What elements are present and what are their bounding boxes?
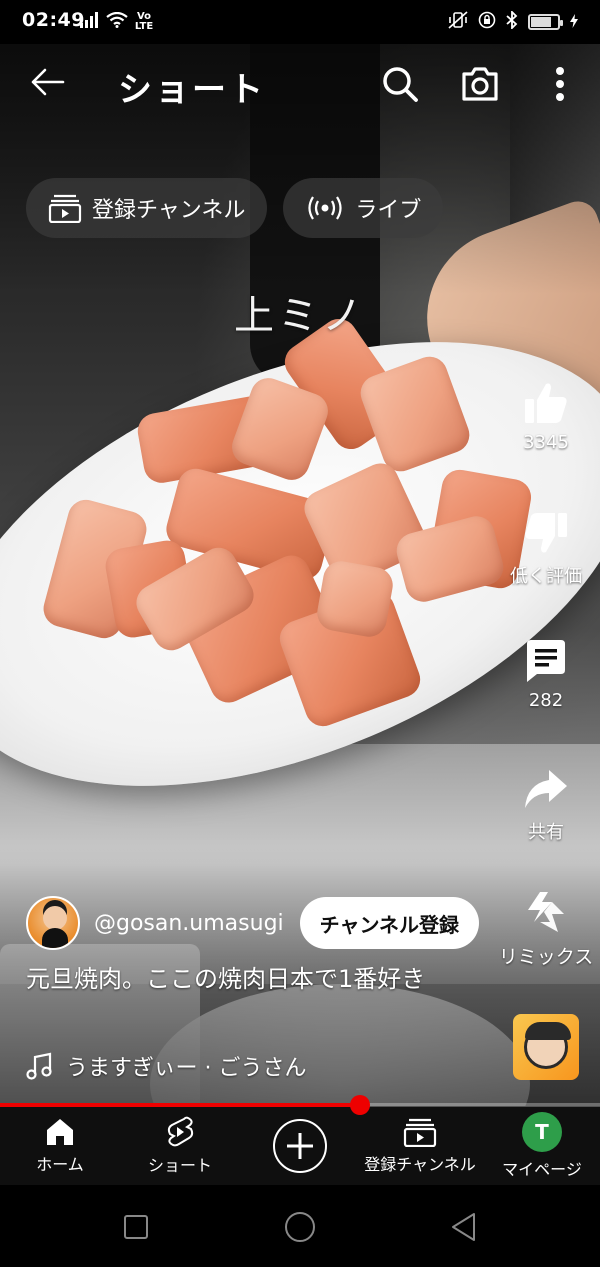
chip-label: 登録チャンネル (92, 198, 246, 223)
user-avatar: T (522, 1112, 562, 1152)
subscriptions-icon (403, 1118, 437, 1147)
subscriptions-icon (48, 194, 82, 223)
nav-subscriptions[interactable]: 登録チャンネル (356, 1107, 484, 1185)
remix-button[interactable]: リミックス (498, 888, 594, 969)
battery-icon (528, 14, 563, 30)
back-system-button[interactable] (448, 1211, 480, 1243)
signal-icon (80, 12, 100, 32)
nav-shorts[interactable]: ショート (138, 1107, 222, 1185)
status-right-icons (448, 9, 578, 33)
triangle-back-icon (452, 1213, 475, 1241)
square-icon (124, 1215, 148, 1239)
recent-apps-button[interactable] (120, 1211, 152, 1243)
channel-row: @gosan.umasugi チャンネル登録 (26, 896, 480, 950)
share-label: 共有 (528, 822, 564, 843)
search-button[interactable] (378, 62, 422, 106)
dislike-button[interactable]: 低く評価 (498, 510, 594, 588)
video-caption-overlay: 上ミノ (234, 293, 366, 339)
nav-shorts-label: ショート (147, 1156, 212, 1175)
create-button[interactable] (273, 1119, 327, 1173)
search-icon (383, 67, 418, 102)
video-progress-bar[interactable] (0, 1095, 600, 1115)
more-options-button[interactable] (538, 62, 582, 106)
comment-icon (527, 640, 565, 682)
progress-fill (0, 1103, 360, 1107)
volte-icon: Vo LTE (134, 11, 154, 32)
system-nav-bar (0, 1185, 600, 1267)
live-icon (308, 196, 342, 220)
shorts-icon (167, 1116, 194, 1147)
chip-live[interactable]: ライブ (283, 178, 444, 238)
vibrate-off-icon (448, 11, 468, 33)
wifi-icon (106, 11, 128, 32)
chip-subscriptions[interactable]: 登録チャンネル (26, 178, 268, 238)
remix-icon (528, 892, 564, 932)
nav-subscriptions-label: 登録チャンネル (364, 1155, 476, 1174)
charging-icon (570, 13, 578, 32)
comment-count: 282 (528, 690, 564, 711)
nav-home[interactable]: ホーム (20, 1107, 100, 1185)
home-icon (47, 1119, 73, 1145)
home-system-button[interactable] (284, 1211, 316, 1243)
music-row[interactable]: うますぎぃー · ごうさん (26, 1050, 307, 1082)
plus-icon (287, 1133, 313, 1159)
channel-mascot-image (524, 1022, 571, 1069)
progress-scrubber[interactable] (350, 1095, 370, 1115)
channel-handle[interactable]: @gosan.umasugi (94, 911, 284, 936)
status-left-icons: Vo LTE (80, 12, 154, 32)
bluetooth-icon (506, 9, 518, 33)
nav-home-label: ホーム (36, 1155, 84, 1174)
chip-label: ライブ (355, 198, 422, 223)
comments-button[interactable]: 282 (498, 638, 594, 711)
audio-source-thumbnail[interactable] (513, 1014, 579, 1080)
status-bar: 02:49 Vo LTE (0, 0, 600, 44)
music-track: うますぎぃー · ごうさん (66, 1056, 307, 1081)
status-time: 02:49 (22, 9, 85, 31)
back-button[interactable] (28, 62, 68, 102)
page-title: ショート (118, 70, 266, 110)
nav-you[interactable]: T マイページ (496, 1107, 588, 1185)
share-button[interactable]: 共有 (498, 766, 594, 844)
like-count: 3345 (523, 432, 569, 453)
arrow-left-icon (31, 68, 65, 96)
like-button[interactable]: 3345 (498, 380, 594, 453)
bottom-nav: ホーム ショート 登録チャンネル T マイページ (0, 1107, 600, 1185)
more-vert-icon (556, 67, 564, 101)
screen: 02:49 Vo LTE 上ミノ ショート 登録チャンネル ライブ 3345 低… (0, 0, 600, 1267)
nav-you-label: マイページ (502, 1160, 582, 1179)
top-nav: ショート (0, 44, 600, 124)
share-icon (525, 770, 567, 808)
camera-icon (462, 67, 498, 101)
lock-rotation-icon (478, 11, 496, 33)
channel-avatar[interactable] (26, 896, 80, 950)
meat-piece (314, 558, 396, 640)
circle-icon (285, 1212, 315, 1242)
thumbs-down-icon (525, 513, 567, 553)
nav-create[interactable] (268, 1107, 332, 1185)
dislike-label: 低く評価 (510, 566, 582, 587)
music-note-icon (26, 1052, 52, 1080)
feed-chips: 登録チャンネル ライブ (26, 178, 444, 238)
camera-button[interactable] (458, 62, 502, 106)
thumbs-up-icon (525, 383, 567, 423)
remix-label: リミックス (498, 946, 594, 968)
subscribe-button[interactable]: チャンネル登録 (299, 897, 480, 949)
video-title[interactable]: 元旦焼肉。ここの焼肉日本で1番好き (26, 964, 486, 995)
